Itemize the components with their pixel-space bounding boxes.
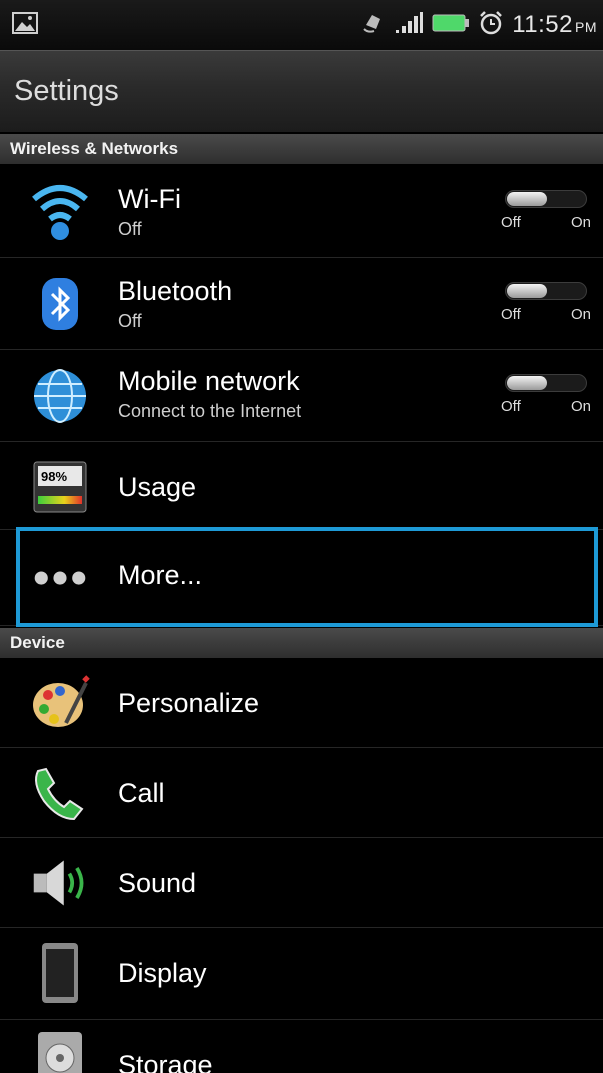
bluetooth-toggle[interactable]: Off On	[501, 278, 591, 326]
bluetooth-status: Off	[118, 311, 142, 331]
status-bar: 11:52 PM	[0, 0, 603, 50]
usage-meter-icon: 98%	[30, 456, 90, 516]
palette-icon	[30, 673, 90, 733]
image-notification-icon	[12, 11, 38, 39]
wifi-label: Wi-Fi	[118, 184, 181, 214]
storage-disk-icon	[30, 1030, 90, 1073]
section-header-device: Device	[0, 628, 603, 658]
usage-label: Usage	[118, 472, 197, 502]
mobile-network-label: Mobile network	[118, 366, 300, 396]
phone-icon	[30, 763, 90, 823]
display-phone-icon	[30, 943, 90, 1003]
settings-item-storage[interactable]: Storage	[0, 1020, 603, 1073]
wifi-toggle-on: On	[570, 214, 591, 231]
settings-item-usage[interactable]: 98% Usage	[0, 442, 603, 530]
settings-item-call[interactable]: Call	[0, 748, 603, 838]
sync-icon	[362, 11, 386, 40]
sound-label: Sound	[118, 868, 197, 898]
svg-text:98%: 98%	[41, 469, 67, 484]
personalize-label: Personalize	[118, 688, 260, 718]
settings-item-mobile-network[interactable]: Mobile network Connect to the Internet O…	[0, 350, 603, 442]
wifi-icon	[30, 181, 90, 241]
mobile-network-status: Connect to the Internet	[118, 401, 302, 421]
settings-item-sound[interactable]: Sound	[0, 838, 603, 928]
mobile-toggle-off: Off	[501, 398, 521, 415]
call-label: Call	[118, 778, 165, 808]
bluetooth-icon	[30, 274, 90, 334]
bluetooth-toggle-on: On	[570, 306, 591, 323]
signal-icon	[394, 11, 424, 39]
clock: 11:52 PM	[512, 11, 597, 38]
wifi-toggle[interactable]: Off On	[501, 186, 591, 234]
alarm-icon	[478, 10, 504, 41]
speaker-icon	[30, 853, 90, 913]
bluetooth-label: Bluetooth	[118, 276, 233, 306]
title-bar: Settings	[0, 50, 603, 132]
settings-item-wifi[interactable]: Wi-Fi Off Off On	[0, 164, 603, 258]
settings-item-bluetooth[interactable]: Bluetooth Off Off On	[0, 258, 603, 350]
storage-label: Storage	[118, 1050, 213, 1073]
settings-item-personalize[interactable]: Personalize	[0, 658, 603, 748]
mobile-toggle-on: On	[570, 398, 591, 415]
globe-icon	[30, 366, 90, 426]
section-header-wireless: Wireless & Networks	[0, 134, 603, 164]
battery-icon	[432, 13, 470, 38]
wifi-status: Off	[118, 219, 142, 239]
wifi-toggle-off: Off	[501, 214, 521, 231]
display-label: Display	[118, 958, 207, 988]
bluetooth-toggle-off: Off	[501, 306, 521, 323]
page-title: Settings	[14, 75, 119, 107]
settings-item-display[interactable]: Display	[0, 928, 603, 1020]
mobile-network-toggle[interactable]: Off On	[501, 370, 591, 418]
selection-highlight	[16, 527, 598, 627]
